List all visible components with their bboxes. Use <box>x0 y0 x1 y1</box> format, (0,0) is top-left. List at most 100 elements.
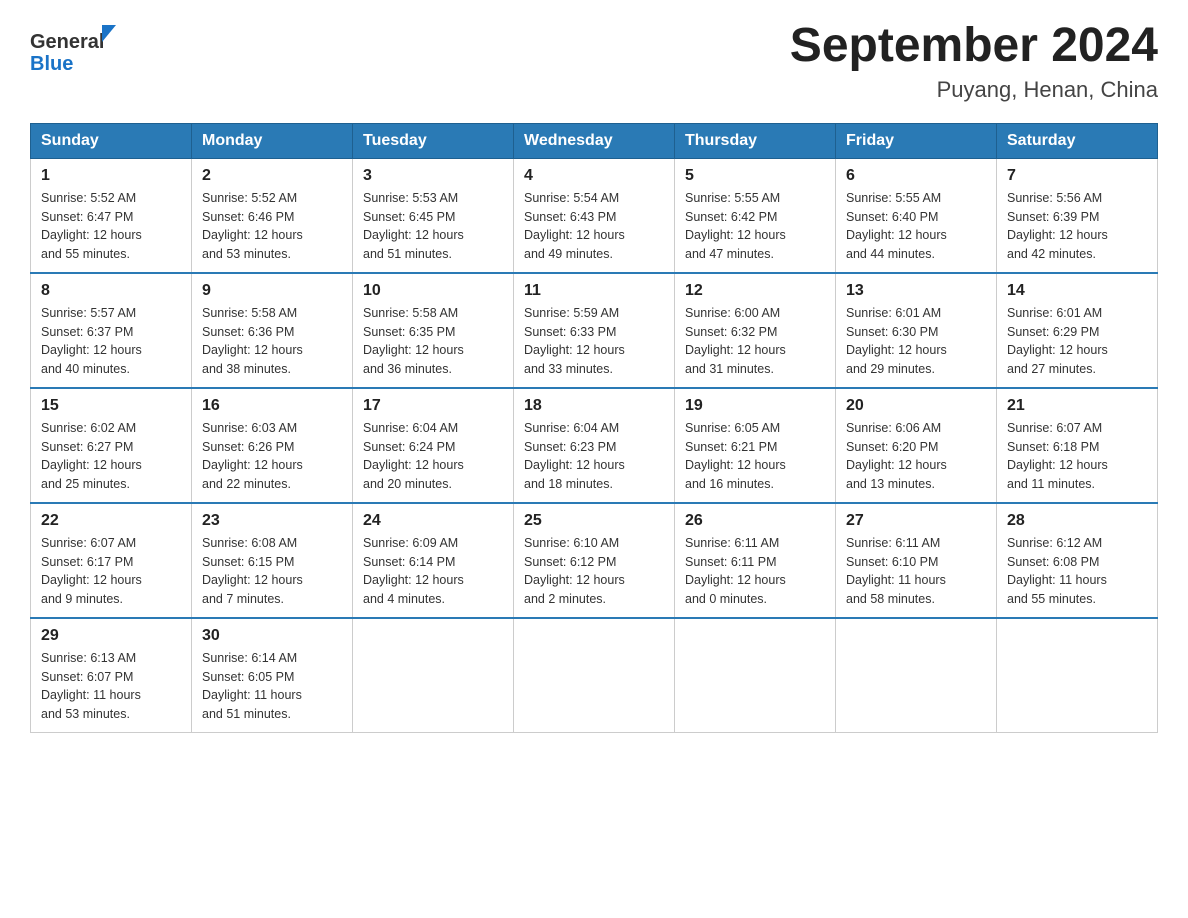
table-row: 19 Sunrise: 6:05 AMSunset: 6:21 PMDaylig… <box>675 388 836 503</box>
day-number: 21 <box>1007 397 1147 415</box>
day-number: 16 <box>202 397 342 415</box>
table-row <box>514 618 675 733</box>
day-number: 15 <box>41 397 181 415</box>
table-row: 30 Sunrise: 6:14 AMSunset: 6:05 PMDaylig… <box>192 618 353 733</box>
table-row: 2 Sunrise: 5:52 AMSunset: 6:46 PMDayligh… <box>192 158 353 273</box>
week-row-4: 22 Sunrise: 6:07 AMSunset: 6:17 PMDaylig… <box>31 503 1158 618</box>
logo-svg: General Blue <box>30 20 120 75</box>
col-saturday: Saturday <box>997 123 1158 158</box>
day-info: Sunrise: 6:13 AMSunset: 6:07 PMDaylight:… <box>41 649 181 724</box>
table-row: 4 Sunrise: 5:54 AMSunset: 6:43 PMDayligh… <box>514 158 675 273</box>
day-info: Sunrise: 6:05 AMSunset: 6:21 PMDaylight:… <box>685 419 825 494</box>
day-info: Sunrise: 6:14 AMSunset: 6:05 PMDaylight:… <box>202 649 342 724</box>
table-row: 14 Sunrise: 6:01 AMSunset: 6:29 PMDaylig… <box>997 273 1158 388</box>
day-info: Sunrise: 6:04 AMSunset: 6:23 PMDaylight:… <box>524 419 664 494</box>
day-number: 27 <box>846 512 986 530</box>
week-row-5: 29 Sunrise: 6:13 AMSunset: 6:07 PMDaylig… <box>31 618 1158 733</box>
day-info: Sunrise: 6:04 AMSunset: 6:24 PMDaylight:… <box>363 419 503 494</box>
title-section: September 2024 Puyang, Henan, China <box>790 20 1158 103</box>
day-info: Sunrise: 6:12 AMSunset: 6:08 PMDaylight:… <box>1007 534 1147 609</box>
col-wednesday: Wednesday <box>514 123 675 158</box>
day-number: 8 <box>41 282 181 300</box>
table-row: 26 Sunrise: 6:11 AMSunset: 6:11 PMDaylig… <box>675 503 836 618</box>
svg-text:General: General <box>30 31 104 53</box>
table-row <box>353 618 514 733</box>
day-number: 3 <box>363 167 503 185</box>
day-info: Sunrise: 6:11 AMSunset: 6:10 PMDaylight:… <box>846 534 986 609</box>
day-info: Sunrise: 5:55 AMSunset: 6:40 PMDaylight:… <box>846 189 986 264</box>
day-number: 11 <box>524 282 664 300</box>
day-number: 26 <box>685 512 825 530</box>
day-info: Sunrise: 6:00 AMSunset: 6:32 PMDaylight:… <box>685 304 825 379</box>
day-info: Sunrise: 5:58 AMSunset: 6:35 PMDaylight:… <box>363 304 503 379</box>
day-info: Sunrise: 6:01 AMSunset: 6:29 PMDaylight:… <box>1007 304 1147 379</box>
location: Puyang, Henan, China <box>790 77 1158 103</box>
day-info: Sunrise: 5:56 AMSunset: 6:39 PMDaylight:… <box>1007 189 1147 264</box>
week-row-3: 15 Sunrise: 6:02 AMSunset: 6:27 PMDaylig… <box>31 388 1158 503</box>
col-tuesday: Tuesday <box>353 123 514 158</box>
day-number: 10 <box>363 282 503 300</box>
day-info: Sunrise: 5:58 AMSunset: 6:36 PMDaylight:… <box>202 304 342 379</box>
table-row: 9 Sunrise: 5:58 AMSunset: 6:36 PMDayligh… <box>192 273 353 388</box>
day-info: Sunrise: 6:09 AMSunset: 6:14 PMDaylight:… <box>363 534 503 609</box>
logo: General Blue <box>30 20 120 75</box>
table-row: 28 Sunrise: 6:12 AMSunset: 6:08 PMDaylig… <box>997 503 1158 618</box>
day-number: 14 <box>1007 282 1147 300</box>
day-number: 18 <box>524 397 664 415</box>
table-row: 7 Sunrise: 5:56 AMSunset: 6:39 PMDayligh… <box>997 158 1158 273</box>
day-number: 22 <box>41 512 181 530</box>
day-number: 4 <box>524 167 664 185</box>
day-info: Sunrise: 5:52 AMSunset: 6:47 PMDaylight:… <box>41 189 181 264</box>
day-info: Sunrise: 6:06 AMSunset: 6:20 PMDaylight:… <box>846 419 986 494</box>
month-title: September 2024 <box>790 20 1158 73</box>
col-monday: Monday <box>192 123 353 158</box>
day-info: Sunrise: 6:07 AMSunset: 6:18 PMDaylight:… <box>1007 419 1147 494</box>
day-info: Sunrise: 6:03 AMSunset: 6:26 PMDaylight:… <box>202 419 342 494</box>
table-row: 1 Sunrise: 5:52 AMSunset: 6:47 PMDayligh… <box>31 158 192 273</box>
day-info: Sunrise: 6:02 AMSunset: 6:27 PMDaylight:… <box>41 419 181 494</box>
day-info: Sunrise: 5:53 AMSunset: 6:45 PMDaylight:… <box>363 189 503 264</box>
day-number: 30 <box>202 627 342 645</box>
table-row: 6 Sunrise: 5:55 AMSunset: 6:40 PMDayligh… <box>836 158 997 273</box>
week-row-1: 1 Sunrise: 5:52 AMSunset: 6:47 PMDayligh… <box>31 158 1158 273</box>
table-row: 10 Sunrise: 5:58 AMSunset: 6:35 PMDaylig… <box>353 273 514 388</box>
day-number: 29 <box>41 627 181 645</box>
day-info: Sunrise: 6:10 AMSunset: 6:12 PMDaylight:… <box>524 534 664 609</box>
col-sunday: Sunday <box>31 123 192 158</box>
col-thursday: Thursday <box>675 123 836 158</box>
day-info: Sunrise: 5:59 AMSunset: 6:33 PMDaylight:… <box>524 304 664 379</box>
day-number: 23 <box>202 512 342 530</box>
day-number: 2 <box>202 167 342 185</box>
day-number: 7 <box>1007 167 1147 185</box>
day-number: 12 <box>685 282 825 300</box>
day-info: Sunrise: 5:52 AMSunset: 6:46 PMDaylight:… <box>202 189 342 264</box>
day-info: Sunrise: 6:01 AMSunset: 6:30 PMDaylight:… <box>846 304 986 379</box>
table-row: 16 Sunrise: 6:03 AMSunset: 6:26 PMDaylig… <box>192 388 353 503</box>
table-row: 23 Sunrise: 6:08 AMSunset: 6:15 PMDaylig… <box>192 503 353 618</box>
day-info: Sunrise: 5:54 AMSunset: 6:43 PMDaylight:… <box>524 189 664 264</box>
table-row: 29 Sunrise: 6:13 AMSunset: 6:07 PMDaylig… <box>31 618 192 733</box>
table-row: 11 Sunrise: 5:59 AMSunset: 6:33 PMDaylig… <box>514 273 675 388</box>
table-row: 24 Sunrise: 6:09 AMSunset: 6:14 PMDaylig… <box>353 503 514 618</box>
table-row: 8 Sunrise: 5:57 AMSunset: 6:37 PMDayligh… <box>31 273 192 388</box>
day-info: Sunrise: 6:11 AMSunset: 6:11 PMDaylight:… <box>685 534 825 609</box>
table-row: 5 Sunrise: 5:55 AMSunset: 6:42 PMDayligh… <box>675 158 836 273</box>
table-row: 25 Sunrise: 6:10 AMSunset: 6:12 PMDaylig… <box>514 503 675 618</box>
table-row <box>836 618 997 733</box>
header-row: Sunday Monday Tuesday Wednesday Thursday… <box>31 123 1158 158</box>
day-number: 28 <box>1007 512 1147 530</box>
table-row: 12 Sunrise: 6:00 AMSunset: 6:32 PMDaylig… <box>675 273 836 388</box>
day-number: 20 <box>846 397 986 415</box>
table-row: 13 Sunrise: 6:01 AMSunset: 6:30 PMDaylig… <box>836 273 997 388</box>
svg-text:Blue: Blue <box>30 53 73 75</box>
table-row: 21 Sunrise: 6:07 AMSunset: 6:18 PMDaylig… <box>997 388 1158 503</box>
day-number: 5 <box>685 167 825 185</box>
col-friday: Friday <box>836 123 997 158</box>
table-row: 27 Sunrise: 6:11 AMSunset: 6:10 PMDaylig… <box>836 503 997 618</box>
table-row: 18 Sunrise: 6:04 AMSunset: 6:23 PMDaylig… <box>514 388 675 503</box>
day-number: 17 <box>363 397 503 415</box>
day-number: 19 <box>685 397 825 415</box>
table-row <box>997 618 1158 733</box>
table-row: 20 Sunrise: 6:06 AMSunset: 6:20 PMDaylig… <box>836 388 997 503</box>
page-header: General Blue September 2024 Puyang, Hena… <box>30 20 1158 103</box>
